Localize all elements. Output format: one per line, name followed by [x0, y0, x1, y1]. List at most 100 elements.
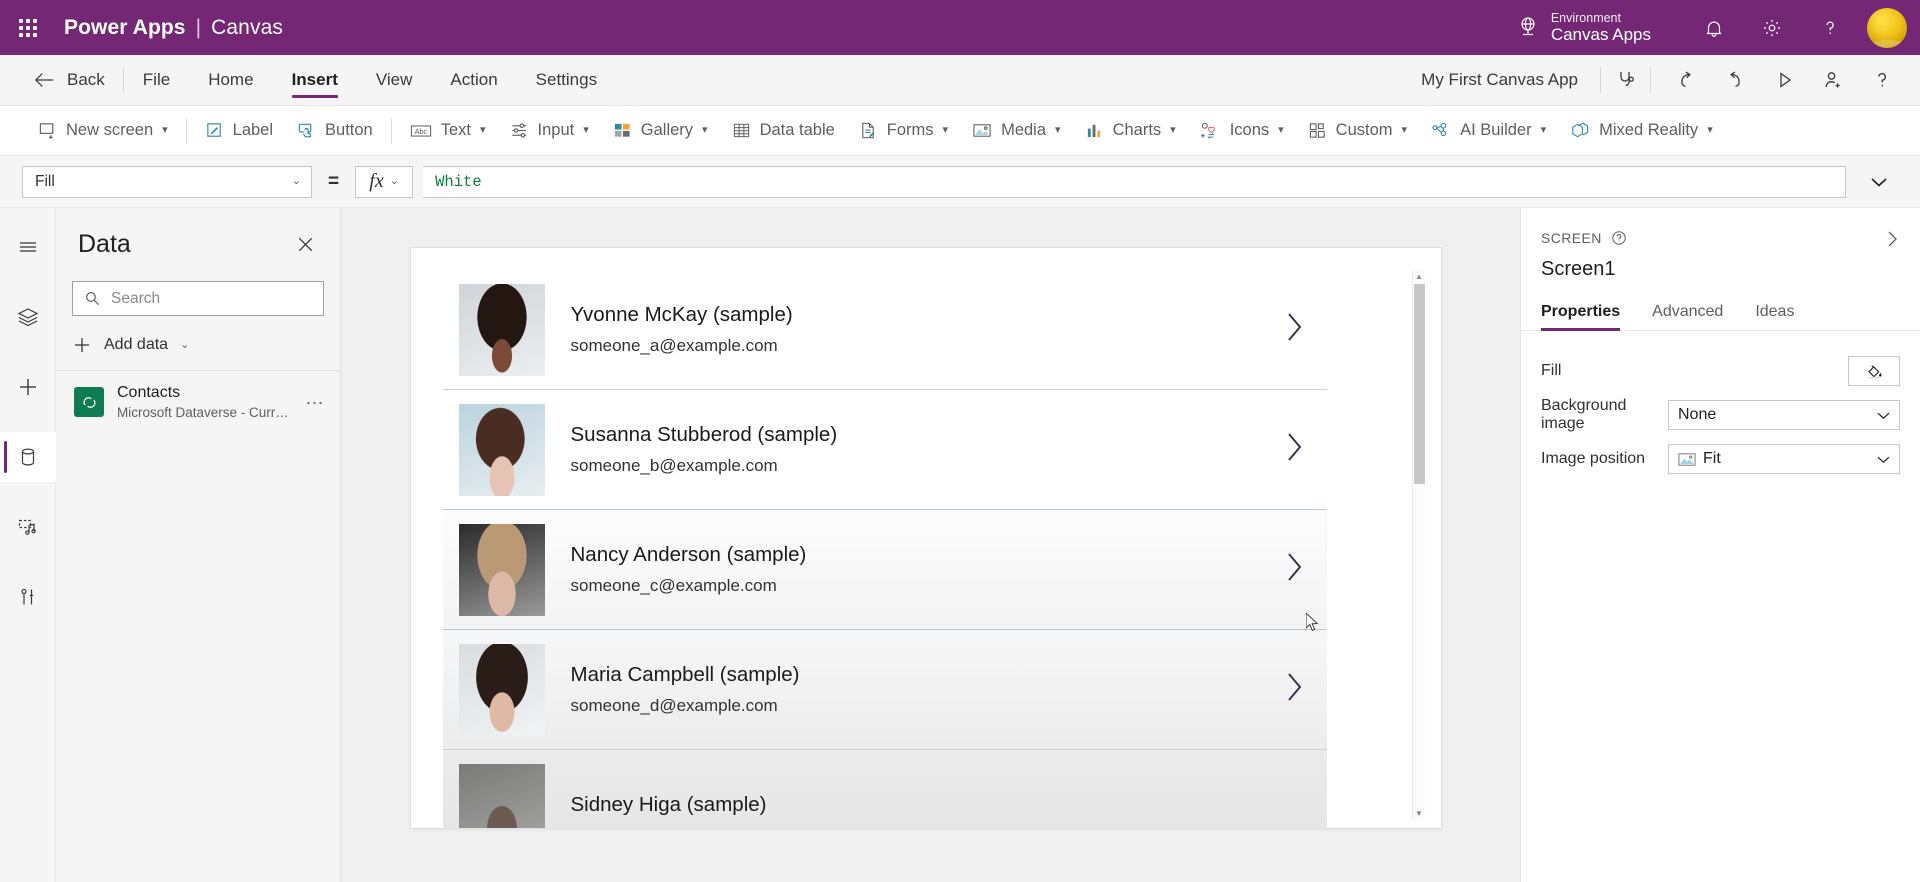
gallery-row-4[interactable]: Maria Campbell (sample) someone_d@exampl… — [442, 630, 1327, 750]
brand-title: Power Apps | Canvas — [64, 16, 283, 40]
app-launcher-waffle-icon[interactable] — [0, 0, 56, 55]
rail-item-layers[interactable] — [0, 292, 56, 342]
rail-item-media[interactable] — [0, 502, 56, 552]
gallery-row-1[interactable]: Yvonne McKay (sample) someone_a@example.… — [442, 270, 1327, 390]
rail-item-variables[interactable] — [0, 572, 56, 622]
database-icon — [17, 445, 39, 469]
media-icon — [972, 121, 992, 140]
menu-item-file[interactable]: File — [124, 55, 189, 105]
gallery-scrollbar-thumb[interactable] — [1413, 284, 1425, 484]
scroll-up-arrow-icon[interactable]: ▲ — [1413, 272, 1426, 281]
formula-input[interactable]: White — [423, 165, 1846, 198]
properties-panel-collapse-icon[interactable] — [1882, 228, 1902, 255]
label-icon — [205, 121, 224, 140]
property-selector-dropdown[interactable]: Fill ⌄ — [22, 165, 312, 198]
menu-item-home[interactable]: Home — [189, 55, 272, 105]
redo-icon[interactable] — [1710, 55, 1759, 105]
gallery-scrollbar[interactable]: ▲ ▼ — [1411, 270, 1426, 820]
menu-item-action[interactable]: Action — [431, 55, 516, 105]
ribbon-charts[interactable]: Charts ▾ — [1073, 112, 1188, 150]
ribbon-data-table-label: Data table — [759, 121, 835, 139]
preview-play-icon[interactable] — [1759, 55, 1808, 105]
app-checker-stethoscope-icon[interactable] — [1601, 55, 1650, 105]
environment-value: Canvas Apps — [1550, 24, 1651, 44]
menu-item-view[interactable]: View — [357, 55, 432, 105]
tools-icon — [17, 585, 39, 609]
formula-bar-expand-toggle[interactable] — [1856, 174, 1902, 190]
chevron-right-icon[interactable] — [1283, 670, 1305, 709]
notifications-bell-icon[interactable] — [1685, 0, 1743, 55]
search-input[interactable] — [111, 289, 312, 308]
gallery-row-3[interactable]: Nancy Anderson (sample) someone_c@exampl… — [442, 510, 1327, 630]
chevron-right-icon[interactable] — [1283, 430, 1305, 469]
chevron-down-icon: ▾ — [1540, 124, 1547, 136]
fill-color-button[interactable] — [1848, 356, 1900, 386]
media-library-icon — [16, 516, 40, 538]
plus-icon — [72, 335, 92, 355]
ribbon-button[interactable]: Button — [285, 112, 385, 150]
data-source-more-options-icon[interactable]: ... — [306, 388, 324, 417]
contact-email: someone_c@example.com — [570, 576, 777, 595]
ribbon-label[interactable]: Label — [193, 112, 285, 150]
add-data-button[interactable]: Add data ⌄ — [72, 326, 324, 364]
ribbon-custom[interactable]: Custom ▾ — [1296, 112, 1419, 150]
tab-ideas-label: Ideas — [1755, 303, 1795, 320]
chevron-right-icon[interactable] — [1283, 310, 1305, 349]
rail-item-tree-view[interactable] — [0, 222, 56, 272]
help-question-icon[interactable] — [1801, 0, 1859, 55]
search-box[interactable] — [72, 281, 324, 316]
gallery-row-5[interactable]: Sidney Higa (sample) — [442, 750, 1327, 828]
paint-bucket-icon — [1865, 362, 1884, 381]
close-icon[interactable] — [292, 232, 318, 258]
data-source-item-contacts[interactable]: Contacts Microsoft Dataverse - Current e… — [56, 371, 340, 433]
tab-properties[interactable]: Properties — [1541, 297, 1621, 331]
ribbon-new-screen[interactable]: New screen ▾ — [26, 112, 180, 150]
settings-gear-icon[interactable] — [1743, 0, 1801, 55]
menu-help-icon[interactable] — [1857, 55, 1906, 105]
menu-item-settings[interactable]: Settings — [517, 55, 616, 105]
gallery-control[interactable]: Yvonne McKay (sample) someone_a@example.… — [411, 248, 1441, 828]
contact-email: someone_b@example.com — [570, 456, 778, 475]
chevron-down-icon: ▾ — [1707, 124, 1713, 136]
ribbon-icons[interactable]: Icons ▾ — [1188, 112, 1296, 150]
properties-panel-tabs: Properties Advanced Ideas — [1521, 297, 1920, 331]
background-image-dropdown[interactable]: None — [1668, 400, 1900, 430]
ribbon-data-table[interactable]: Data table — [720, 112, 847, 150]
menu-bar: Back File Home Insert View Action Settin… — [0, 55, 1920, 106]
image-position-dropdown[interactable]: Fit — [1668, 444, 1900, 474]
gallery-row-2[interactable]: Susanna Stubberod (sample) someone_b@exa… — [442, 390, 1327, 510]
ribbon-ai-builder-label: AI Builder — [1460, 121, 1532, 139]
data-panel-header: Data — [56, 208, 340, 259]
ribbon-text-label: Text — [440, 121, 472, 139]
ribbon-mixed-reality[interactable]: Mixed Reality ▾ — [1558, 112, 1725, 150]
ribbon-custom-label: Custom — [1335, 121, 1393, 139]
app-canvas-screen[interactable]: Yvonne McKay (sample) someone_a@example.… — [410, 248, 1441, 828]
rail-item-insert[interactable] — [0, 362, 56, 412]
ribbon-gallery[interactable]: Gallery ▾ — [601, 112, 720, 150]
chevron-down-icon: ▾ — [1278, 124, 1284, 136]
contact-email: someone_a@example.com — [570, 336, 778, 355]
user-avatar[interactable] — [1867, 7, 1907, 48]
menu-item-insert[interactable]: Insert — [273, 55, 357, 105]
rail-item-data[interactable] — [0, 432, 56, 482]
back-button[interactable]: Back — [0, 55, 123, 105]
scroll-down-arrow-icon[interactable]: ▼ — [1413, 809, 1426, 818]
property-row-image-position: Image position Fit — [1541, 437, 1900, 481]
share-add-user-icon[interactable] — [1808, 55, 1857, 105]
tab-ideas[interactable]: Ideas — [1755, 297, 1794, 330]
ribbon-ai-builder[interactable]: AI Builder ▾ — [1419, 112, 1558, 150]
ribbon-media[interactable]: Media ▾ — [960, 112, 1072, 150]
ribbon-input[interactable]: Input ▾ — [498, 112, 601, 150]
help-circle-icon[interactable] — [1611, 230, 1627, 246]
chevron-right-icon[interactable] — [1283, 550, 1305, 589]
environment-switcher[interactable]: Environment Canvas Apps — [1516, 11, 1651, 45]
ribbon-forms[interactable]: Forms ▾ — [847, 112, 960, 150]
ribbon-button-label: Button — [325, 121, 373, 139]
ribbon-text[interactable]: Abc Text ▾ — [398, 112, 498, 150]
tab-advanced[interactable]: Advanced — [1652, 297, 1723, 330]
function-fx-button[interactable]: fx ⌄ — [355, 165, 414, 198]
chevron-down-icon: ⌄ — [180, 338, 190, 351]
undo-icon[interactable] — [1661, 55, 1710, 105]
top-header-right-group: Environment Canvas Apps — [1516, 0, 1920, 55]
arrow-left-icon — [34, 71, 56, 89]
